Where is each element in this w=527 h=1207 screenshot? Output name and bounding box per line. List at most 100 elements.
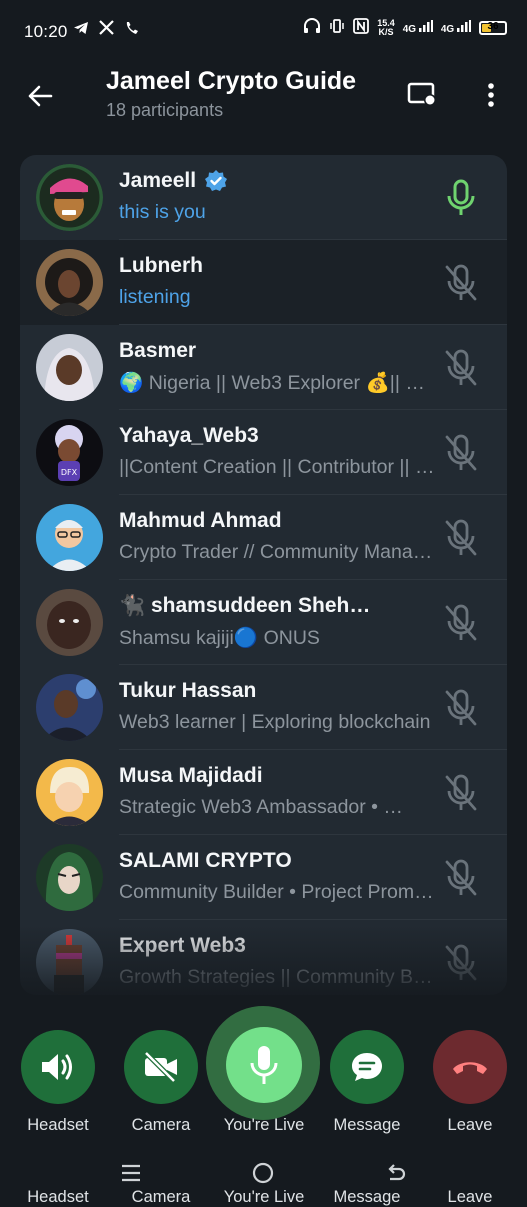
participant-status: Shamsu kajiji🔵 ONUS — [119, 627, 320, 649]
network-speed: 15.4 K/S — [377, 17, 395, 37]
participant-row[interactable]: 🐈‍⬛ shamsuddeen Sheh… Shamsu kajiji🔵 ONU… — [20, 580, 507, 665]
status-bar: 10:20 15.4 K/S 4G 4G 36 — [0, 0, 527, 62]
notification-icons — [73, 20, 140, 41]
participant-name: Mahmud Ahmad — [119, 509, 282, 532]
hang-up-icon — [453, 1062, 487, 1074]
ghost-label-message: Message — [333, 1188, 401, 1206]
participant-name: Tukur Hassan — [119, 679, 257, 702]
participant-status: listening — [119, 286, 191, 308]
microphone-off-icon[interactable] — [443, 518, 479, 558]
participant-row[interactable]: Musa Majidadi Strategic Web3 Ambassador … — [20, 750, 507, 835]
camera-button[interactable] — [124, 1030, 198, 1104]
participant-name: Expert Web3 — [119, 934, 246, 957]
speaker-icon — [42, 1054, 72, 1080]
ghost-label-leave: Leave — [447, 1188, 493, 1206]
participant-status: 🌍 Nigeria || Web3 Explorer 💰|| Co… — [119, 372, 437, 394]
participant-name: Lubnerh — [119, 254, 203, 277]
avatar — [36, 164, 103, 231]
menu-icon — [122, 1164, 140, 1182]
microphone-icon — [250, 1046, 278, 1084]
participant-status: this is you — [119, 201, 206, 223]
participant-status: Web3 learner | Exploring blockchain — [119, 711, 431, 733]
call-header: Jameel Crypto Guide 18 participants — [0, 62, 527, 142]
participant-row[interactable]: Mahmud Ahmad Crypto Trader // Community … — [20, 495, 507, 580]
microphone-off-icon[interactable] — [443, 858, 479, 898]
avatar — [36, 674, 103, 741]
ghost-label-camera: Camera — [131, 1188, 191, 1206]
participant-row[interactable]: Tukur Hassan Web3 learner | Exploring bl… — [20, 665, 507, 750]
signal-2: 4G — [441, 20, 471, 35]
camera-off-icon — [144, 1051, 177, 1083]
participant-status: Strategic Web3 Ambassador • … — [119, 796, 403, 818]
microphone-off-icon[interactable] — [443, 603, 479, 643]
ghost-label-live: You're Live — [223, 1188, 305, 1206]
participant-name: Jameell — [119, 169, 197, 192]
participant-name: Basmer — [119, 339, 197, 362]
microphone-on-icon[interactable] — [443, 178, 479, 218]
participant-row[interactable]: Basmer 🌍 Nigeria || Web3 Explorer 💰|| Co… — [20, 325, 507, 410]
microphone-off-icon[interactable] — [443, 688, 479, 728]
signal-1: 4G — [403, 20, 433, 35]
x-icon — [99, 20, 114, 41]
system-status-icons: 15.4 K/S 4G 4G 36 — [303, 18, 507, 37]
microphone-off-icon[interactable] — [443, 433, 479, 473]
participant-status: Growth Strategies || Community Build… — [119, 966, 437, 988]
headset-button[interactable] — [21, 1030, 95, 1104]
microphone-off-icon[interactable] — [443, 943, 479, 983]
leave-label: Leave — [447, 1116, 493, 1134]
vibrate-icon — [329, 18, 345, 37]
participant-status: ||Content Creation || Contributor || Hu… — [119, 456, 437, 478]
home-circle-icon — [252, 1162, 274, 1184]
leave-button[interactable] — [433, 1030, 507, 1104]
participant-name: SALAMI CRYPTO — [119, 849, 292, 872]
avatar — [36, 589, 103, 656]
participant-row[interactable]: Expert Web3 Growth Strategies || Communi… — [20, 920, 507, 995]
avatar: DFX — [36, 419, 103, 486]
avatar — [36, 334, 103, 401]
camera-label: Camera — [131, 1116, 191, 1134]
battery-icon: 36 — [479, 20, 507, 35]
telegram-icon — [73, 20, 89, 41]
status-time: 10:20 — [24, 22, 68, 41]
participant-name: Musa Majidadi — [119, 764, 263, 787]
avatar — [36, 759, 103, 826]
microphone-off-icon[interactable] — [443, 773, 479, 813]
back-button[interactable] — [22, 78, 58, 114]
back-nav-button[interactable] — [376, 1158, 416, 1188]
back-arrow-icon — [388, 1164, 406, 1181]
headset-label: Headset — [27, 1116, 89, 1134]
svg-text:DFX: DFX — [61, 468, 78, 477]
page-title: Jameel Crypto Guide — [106, 67, 357, 95]
participant-row[interactable]: Jameell this is you — [20, 155, 507, 240]
avatar — [36, 929, 103, 995]
message-button[interactable] — [330, 1030, 404, 1104]
call-controls: Headset Camera You're Live Message Leave — [0, 1000, 527, 1150]
participant-list[interactable]: Jameell this is you Lubnerh listening Ba… — [20, 155, 507, 995]
avatar — [36, 504, 103, 571]
screen-share-button[interactable] — [402, 76, 442, 112]
participant-row[interactable]: SALAMI CRYPTO Community Builder • Projec… — [20, 835, 507, 920]
avatar — [36, 844, 103, 911]
participant-count: 18 participants — [106, 100, 224, 120]
microphone-off-icon[interactable] — [443, 348, 479, 388]
avatar — [36, 249, 103, 316]
participant-row[interactable]: DFX Yahaya_Web3 ||Content Creation || Co… — [20, 410, 507, 495]
message-bubble-icon — [352, 1053, 382, 1081]
screen-share-icon — [407, 82, 436, 106]
mute-toggle-button[interactable] — [226, 1027, 302, 1103]
message-label: Message — [333, 1116, 401, 1134]
headphones-icon — [303, 18, 321, 37]
live-label: You're Live — [223, 1116, 305, 1134]
recents-button[interactable] — [111, 1158, 151, 1188]
ghost-label-headset: Headset — [27, 1188, 89, 1206]
nfc-icon — [353, 18, 370, 37]
verified-badge-icon — [205, 170, 228, 191]
participant-name: 🐈‍⬛ shamsuddeen Sheh… — [119, 594, 371, 617]
microphone-off-icon[interactable] — [443, 263, 479, 303]
participant-status: Crypto Trader // Community Manager — [119, 541, 437, 563]
more-options-button[interactable] — [474, 78, 508, 112]
home-button[interactable] — [243, 1158, 283, 1188]
more-vertical-icon — [488, 83, 494, 107]
participant-row[interactable]: Lubnerh listening — [20, 240, 507, 325]
arrow-left-icon — [28, 85, 53, 107]
